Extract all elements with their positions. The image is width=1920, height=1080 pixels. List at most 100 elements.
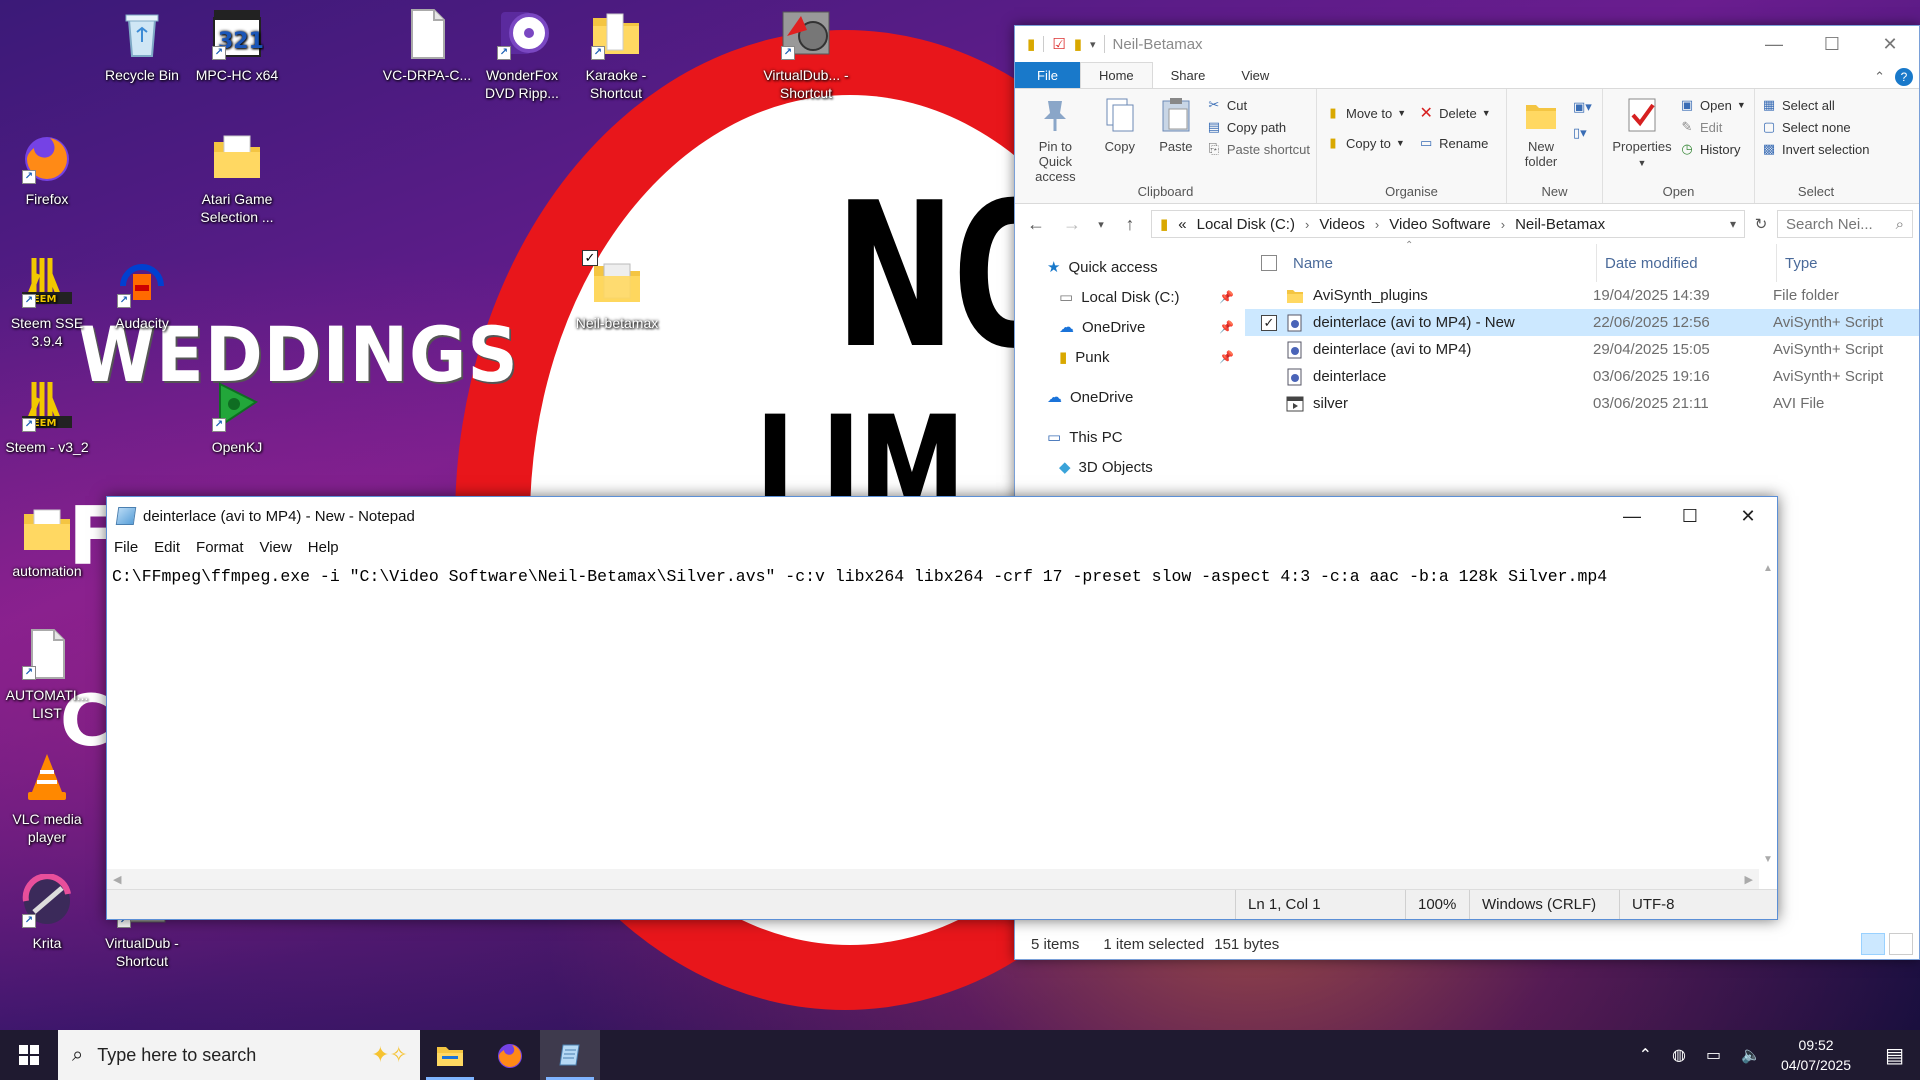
scroll-right-icon[interactable]: ▶	[1745, 873, 1753, 886]
nav-local-disk[interactable]: ▭ Local Disk (C:) 📌	[1015, 282, 1244, 312]
copy-path-button[interactable]: ▤ Copy path	[1206, 119, 1310, 135]
menu-file[interactable]: File	[114, 539, 138, 556]
maximize-button[interactable]: ☐	[1803, 26, 1861, 62]
scroll-left-icon[interactable]: ◀	[113, 873, 121, 886]
refresh-button[interactable]: ↻	[1751, 215, 1771, 233]
network-globe-icon[interactable]: ◍	[1672, 1045, 1686, 1065]
battery-icon[interactable]: ▭	[1706, 1045, 1721, 1065]
select-all-checkbox[interactable]	[1261, 255, 1277, 271]
select-all-button[interactable]: ▦ Select all	[1761, 97, 1869, 113]
minimize-button[interactable]: —	[1745, 26, 1803, 62]
forward-button[interactable]: →	[1057, 214, 1087, 235]
delete-button[interactable]: ✕ Delete ▼	[1418, 105, 1490, 122]
breadcrumb-videos[interactable]: Videos	[1319, 216, 1365, 233]
desktop-icon-automation[interactable]: automation	[2, 496, 92, 580]
search-box[interactable]: Search Nei... ⌕	[1777, 210, 1913, 238]
desktop-icon-audacity[interactable]: ↗ Audacity	[97, 248, 187, 332]
horizontal-scrollbar[interactable]: ◀ ▶	[107, 869, 1759, 889]
paste-shortcut-button[interactable]: ⎘ Paste shortcut	[1206, 141, 1310, 157]
desktop-icon-automation-list[interactable]: ↗ AUTOMATI... LIST	[2, 620, 92, 722]
nav-quick-access[interactable]: ★ Quick access	[1015, 252, 1244, 282]
vertical-scrollbar[interactable]: ▲ ▼	[1759, 559, 1777, 869]
copy-to-button[interactable]: ▮ Copy to ▼	[1325, 135, 1406, 151]
move-to-button[interactable]: ▮ Move to ▼	[1325, 105, 1406, 121]
desktop-icon-firefox[interactable]: ↗ Firefox	[2, 124, 92, 208]
close-button[interactable]: ✕	[1861, 26, 1919, 62]
scroll-up-icon[interactable]: ▲	[1763, 563, 1773, 574]
menu-help[interactable]: Help	[308, 539, 339, 556]
tab-view[interactable]: View	[1223, 62, 1287, 88]
edit-button[interactable]: ✎ Edit	[1679, 119, 1746, 135]
desktop-icon-steem-v32[interactable]: TEEM ↗ Steem - v3_2	[2, 372, 92, 456]
notepad-text-area[interactable]: C:\FFmpeg\ffmpeg.exe -i "C:\Video Softwa…	[107, 559, 1759, 869]
recent-locations-button[interactable]: ▾	[1093, 218, 1109, 231]
file-row[interactable]: silver 03/06/2025 21:11 AVI File	[1245, 390, 1919, 417]
nav-onedrive[interactable]: ☁ OneDrive	[1015, 382, 1244, 412]
volume-icon[interactable]: 🔈	[1741, 1045, 1761, 1065]
column-header-type[interactable]: Type	[1777, 244, 1818, 282]
notepad-title-bar[interactable]: deinterlace (avi to MP4) - New - Notepad…	[107, 497, 1777, 535]
file-row[interactable]: deinterlace (avi to MP4) 29/04/2025 15:0…	[1245, 336, 1919, 363]
minimize-button[interactable]: —	[1603, 497, 1661, 535]
menu-view[interactable]: View	[260, 539, 292, 556]
desktop-icon-mpc-hc[interactable]: 321 ↗ MPC-HC x64	[192, 0, 282, 84]
desktop-icon-karaoke[interactable]: ↗ Karaoke - Shortcut	[571, 0, 661, 102]
desktop-icon-recycle-bin[interactable]: Recycle Bin	[97, 0, 187, 84]
up-button[interactable]: ↑	[1115, 214, 1145, 235]
properties-button[interactable]: Properties ▼	[1609, 95, 1675, 181]
pin-to-quick-access-button[interactable]: Pin to Quick access	[1021, 95, 1090, 184]
desktop-icon-virtualdub-top[interactable]: ↗ VirtualDub... - Shortcut	[761, 0, 851, 102]
file-row[interactable]: AviSynth_plugins 19/04/2025 14:39 File f…	[1245, 282, 1919, 309]
paste-button[interactable]: Paste	[1150, 95, 1202, 181]
taskbar-file-explorer[interactable]	[420, 1030, 480, 1080]
tab-file[interactable]: File	[1015, 62, 1080, 88]
tab-share[interactable]: Share	[1153, 62, 1224, 88]
breadcrumb-video-software[interactable]: Video Software	[1389, 216, 1490, 233]
desktop-icon-vc-drpa[interactable]: VC-DRPA-C...	[382, 0, 472, 84]
close-button[interactable]: ✕	[1719, 497, 1777, 535]
nav-this-pc[interactable]: ▭ This PC	[1015, 422, 1244, 452]
taskbar-notepad[interactable]	[540, 1030, 600, 1080]
column-header-name[interactable]: Name ⌃	[1293, 240, 1597, 282]
nav-onedrive-pinned[interactable]: ☁ OneDrive 📌	[1015, 312, 1244, 342]
address-bar[interactable]: ▮ « Local Disk (C:) › Videos › Video Sof…	[1151, 210, 1745, 238]
new-item-icon[interactable]: ▣▾	[1573, 99, 1592, 115]
search-highlights-icon[interactable]: ✦✧	[371, 1042, 408, 1068]
chevron-right-icon[interactable]: ›	[1501, 217, 1505, 232]
new-folder-button[interactable]: New folder	[1513, 95, 1569, 181]
breadcrumb-neil-betamax[interactable]: Neil-Betamax	[1515, 216, 1605, 233]
file-row[interactable]: deinterlace 03/06/2025 19:16 AviSynth+ S…	[1245, 363, 1919, 390]
menu-edit[interactable]: Edit	[154, 539, 180, 556]
selection-checkbox[interactable]: ✓	[582, 250, 598, 266]
rename-button[interactable]: ▭ Rename	[1418, 135, 1491, 151]
easy-access-icon[interactable]: ▯▾	[1573, 125, 1592, 141]
details-view-button[interactable]	[1861, 933, 1885, 955]
maximize-button[interactable]: ☐	[1661, 497, 1719, 535]
scroll-down-icon[interactable]: ▼	[1763, 854, 1773, 865]
collapse-ribbon-icon[interactable]: ⌃	[1874, 65, 1885, 85]
menu-format[interactable]: Format	[196, 539, 244, 556]
row-checkbox[interactable]	[1261, 369, 1277, 385]
row-checkbox[interactable]	[1261, 396, 1277, 412]
qat-dropdown-icon[interactable]: ▾	[1090, 38, 1096, 51]
open-button[interactable]: ▣ Open ▼	[1679, 97, 1746, 113]
back-button[interactable]: ←	[1021, 214, 1051, 235]
new-folder-icon[interactable]: ▮	[1074, 35, 1082, 53]
desktop-icon-vlc[interactable]: VLC media player	[2, 744, 92, 846]
copy-button[interactable]: Copy	[1094, 95, 1146, 181]
desktop-icon-atari[interactable]: Atari Game Selection ...	[192, 124, 282, 226]
chevron-right-icon[interactable]: ›	[1305, 217, 1309, 232]
notifications-icon[interactable]: ▤	[1885, 1043, 1904, 1068]
row-checkbox[interactable]	[1261, 288, 1277, 304]
taskbar-clock[interactable]: 09:52 04/07/2025	[1781, 1035, 1851, 1075]
row-checkbox-checked[interactable]: ✓	[1261, 314, 1277, 331]
desktop-icon-krita[interactable]: ↗ Krita	[2, 868, 92, 952]
history-button[interactable]: ◷ History	[1679, 141, 1746, 157]
start-button[interactable]	[0, 1030, 58, 1080]
help-icon[interactable]: ?	[1895, 68, 1913, 86]
chevron-right-icon[interactable]: ›	[1375, 217, 1379, 232]
large-icons-view-button[interactable]	[1889, 933, 1913, 955]
tab-home[interactable]: Home	[1079, 62, 1153, 88]
column-header-date[interactable]: Date modified	[1597, 244, 1777, 282]
notepad-window[interactable]: deinterlace (avi to MP4) - New - Notepad…	[106, 496, 1778, 920]
